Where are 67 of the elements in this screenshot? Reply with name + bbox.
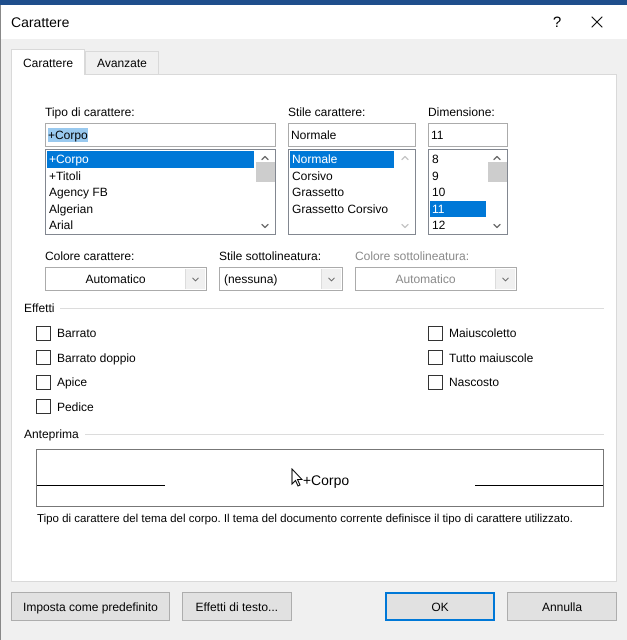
- dropdown-value: (nessuna): [223, 272, 278, 286]
- list-item[interactable]: 12: [430, 217, 486, 234]
- list-item[interactable]: 11: [430, 200, 486, 217]
- field-value: Normale: [291, 128, 336, 142]
- list-item[interactable]: Grassetto: [290, 184, 394, 200]
- list-item[interactable]: Normale: [290, 151, 394, 168]
- list-item[interactable]: Agency FB: [47, 184, 254, 200]
- checkbox-square[interactable]: [36, 374, 51, 390]
- list-item[interactable]: 8: [430, 151, 486, 168]
- tab[interactable]: Carattere: [11, 49, 86, 75]
- checkbox-square[interactable]: [36, 326, 51, 341]
- section-title: Anteprima: [24, 427, 79, 441]
- dialog-button[interactable]: OK: [385, 592, 495, 621]
- checkbox[interactable]: Barrato doppio: [36, 346, 428, 370]
- list-item[interactable]: 9: [430, 168, 486, 184]
- checkbox[interactable]: Barrato: [36, 321, 428, 346]
- input-field[interactable]: +Corpo: [45, 123, 276, 147]
- tab[interactable]: Avanzate: [85, 51, 159, 74]
- checkbox-square[interactable]: [36, 399, 51, 414]
- checkbox-label: Barrato: [57, 326, 96, 340]
- checkbox-label: Apice: [57, 375, 88, 390]
- cursor-icon: [290, 468, 303, 487]
- window-title: Carattere: [11, 14, 70, 30]
- field-label: Tipo di carattere:: [45, 105, 136, 121]
- checkbox-square[interactable]: [428, 350, 443, 366]
- checkbox[interactable]: Maiuscoletto: [428, 321, 578, 346]
- dialog-button[interactable]: Annulla: [507, 592, 617, 621]
- dropdown-value: Automatico: [394, 272, 457, 286]
- checkbox-label: Barrato doppio: [57, 350, 136, 365]
- field-label: Stile carattere:: [288, 105, 366, 121]
- checkbox[interactable]: Nascosto: [428, 370, 578, 394]
- input-field[interactable]: Normale: [288, 123, 416, 147]
- checkbox-label: Tutto maiuscole: [449, 350, 534, 365]
- help-button[interactable]: ?: [537, 14, 577, 30]
- list-item[interactable]: 10: [430, 184, 486, 200]
- list-item[interactable]: Corsivo: [290, 168, 394, 184]
- list-item[interactable]: +Corpo: [47, 151, 254, 168]
- checkbox-square[interactable]: [428, 326, 443, 341]
- field-value: 11: [431, 128, 444, 142]
- preview-text: +Corpo: [302, 472, 350, 488]
- checkbox-label: Pedice: [57, 400, 94, 414]
- field-value: +Corpo: [48, 128, 88, 142]
- section-title: Effetti: [24, 301, 54, 315]
- list-item[interactable]: Grassetto Corsivo: [290, 200, 394, 217]
- checkbox[interactable]: Apice: [36, 370, 428, 394]
- scroll-thumb[interactable]: [488, 162, 506, 182]
- dropdown[interactable]: (nessuna): [219, 267, 343, 291]
- field-label: Dimensione:: [428, 105, 496, 121]
- field-label: Colore sottolineatura:: [355, 249, 470, 265]
- dialog-button[interactable]: Imposta come predefinito: [11, 592, 170, 621]
- list-item[interactable]: Algerian: [47, 200, 254, 217]
- checkbox-label: Nascosto: [449, 375, 500, 390]
- checkbox[interactable]: Pedice: [36, 394, 428, 419]
- scroll-thumb[interactable]: [256, 162, 274, 182]
- checkbox[interactable]: Tutto maiuscole: [428, 346, 578, 370]
- checkbox-square[interactable]: [36, 350, 51, 366]
- checkbox-label: Maiuscoletto: [449, 326, 516, 340]
- dialog-button[interactable]: Effetti di testo...: [182, 592, 292, 621]
- checkbox-square[interactable]: [428, 374, 443, 390]
- input-field[interactable]: 11: [428, 123, 508, 147]
- field-label: Stile sottolineatura:: [219, 249, 322, 265]
- list-item[interactable]: Arial: [47, 217, 254, 234]
- field-label: Colore carattere:: [45, 249, 136, 265]
- dropdown[interactable]: Automatico: [45, 267, 207, 291]
- dropdown-value: Automatico: [84, 272, 147, 286]
- preview-description: Tipo di carattere del tema del corpo. Il tema del documento corrente definisce il tipo di carattere utilizzato.: [37, 513, 573, 525]
- list-item[interactable]: +Titoli: [47, 168, 254, 184]
